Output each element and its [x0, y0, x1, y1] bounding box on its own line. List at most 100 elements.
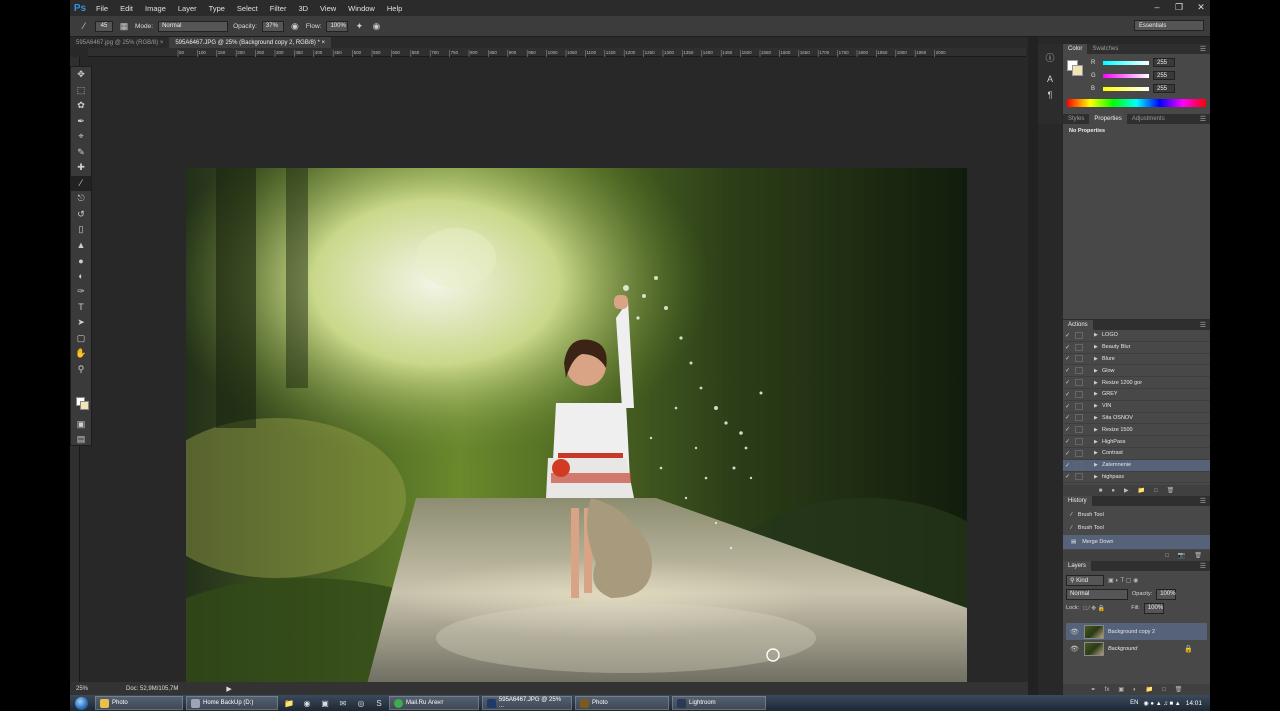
- check-icon[interactable]: ✓: [1063, 379, 1072, 386]
- language-indicator[interactable]: EN: [1130, 700, 1138, 706]
- brush-tool-icon[interactable]: ⁄: [71, 175, 91, 191]
- blend-mode-select[interactable]: Normal: [1066, 588, 1128, 600]
- eraser-tool-icon[interactable]: ▯: [71, 222, 91, 238]
- type-tool-icon[interactable]: T: [71, 300, 91, 316]
- menu-filter[interactable]: Filter: [264, 4, 293, 13]
- mask-icon[interactable]: ▣: [1118, 686, 1124, 693]
- skype-icon[interactable]: S: [372, 696, 386, 710]
- brush-panel-icon[interactable]: ▦: [118, 20, 130, 32]
- action-item[interactable]: ✓ ▶ Resize 1500: [1063, 424, 1210, 437]
- history-item[interactable]: ⁄ Brush Tool: [1063, 522, 1210, 536]
- mode-select[interactable]: Normal: [158, 20, 229, 32]
- g-slider[interactable]: [1103, 73, 1149, 78]
- b-value[interactable]: 255: [1153, 84, 1175, 93]
- layer-filter-select[interactable]: ⚲ Kind: [1066, 575, 1104, 586]
- play-icon[interactable]: ▶: [1124, 487, 1129, 494]
- bridge-icon[interactable]: ▣: [318, 696, 332, 710]
- healing-brush-tool-icon[interactable]: ✚: [71, 160, 91, 176]
- trash-icon[interactable]: 🗑: [1194, 552, 1202, 559]
- new-document-icon[interactable]: □: [1165, 553, 1169, 559]
- brush-size-picker[interactable]: 45: [95, 20, 113, 32]
- panel-menu-icon[interactable]: ☰: [1200, 45, 1206, 53]
- layer-row[interactable]: 👁 Background 🔒: [1066, 640, 1207, 657]
- doc-tab-1[interactable]: 595A6467.jpg @ 25% (RGB/8) ×: [70, 37, 169, 48]
- pressure-opacity-icon[interactable]: ◉: [289, 20, 301, 32]
- check-icon[interactable]: ✓: [1063, 450, 1072, 457]
- start-button[interactable]: [70, 695, 92, 711]
- menu-image[interactable]: Image: [139, 4, 172, 13]
- check-icon[interactable]: ✓: [1063, 355, 1072, 362]
- workspace-select[interactable]: Essentials: [1134, 20, 1204, 31]
- menu-3d[interactable]: 3D: [292, 4, 314, 13]
- menu-edit[interactable]: Edit: [114, 4, 139, 13]
- explorer-icon[interactable]: 📁: [282, 696, 296, 710]
- history-brush-tool-icon[interactable]: ↺: [71, 207, 91, 223]
- quick-mask-icon[interactable]: ▣: [71, 417, 91, 433]
- taskbar-item-lightroom[interactable]: Lightroom: [672, 696, 766, 710]
- layer-row-selected[interactable]: 👁 Background copy 2: [1066, 623, 1207, 640]
- quick-select-tool-icon[interactable]: ✒: [71, 114, 91, 130]
- action-item[interactable]: ✓ ▶ LOGO: [1063, 330, 1210, 342]
- action-item[interactable]: ✓ ▶ Beauty Blur: [1063, 342, 1210, 354]
- stop-icon[interactable]: ■: [1099, 488, 1103, 494]
- expand-icon[interactable]: ▶: [1094, 415, 1102, 421]
- crop-tool-icon[interactable]: ⌖: [71, 129, 91, 145]
- info-panel-icon[interactable]: ⓘ: [1038, 50, 1062, 66]
- check-icon[interactable]: ✓: [1063, 367, 1072, 374]
- menu-select[interactable]: Select: [231, 4, 264, 13]
- tab-actions[interactable]: Actions: [1063, 320, 1093, 330]
- clone-stamp-tool-icon[interactable]: ⎋: [71, 191, 91, 207]
- airbrush-icon[interactable]: ✦: [353, 20, 365, 32]
- color-spectrum[interactable]: [1067, 99, 1206, 107]
- action-item[interactable]: ✓ ▶ HighPass: [1063, 436, 1210, 448]
- tab-layers[interactable]: Layers: [1063, 561, 1092, 571]
- action-item[interactable]: ✓ ▶ Resize 1200 gor: [1063, 377, 1210, 389]
- expand-icon[interactable]: ▶: [1094, 391, 1102, 397]
- expand-icon[interactable]: ▶: [1094, 332, 1102, 338]
- tab-properties[interactable]: Properties: [1089, 114, 1127, 124]
- check-icon[interactable]: ✓: [1063, 344, 1072, 351]
- paragraph-panel-icon[interactable]: ¶: [1038, 87, 1062, 103]
- expand-icon[interactable]: ▶: [1094, 403, 1102, 409]
- expand-icon[interactable]: ▶: [1094, 450, 1102, 456]
- marquee-tool-icon[interactable]: ⬚: [71, 83, 91, 99]
- filter-icons[interactable]: ▣ ◐ T ▢ ◉: [1108, 577, 1138, 584]
- lock-icons[interactable]: □ ⁄ ✥ 🔒: [1083, 605, 1105, 612]
- action-item[interactable]: ✓ ▶ Sita OSNOV: [1063, 413, 1210, 425]
- taskbar-item-mailru[interactable]: Mail.Ru Агент: [389, 696, 479, 710]
- taskbar-item-photoshop[interactable]: 595A6467.JPG @ 25% ...: [482, 696, 572, 710]
- screen-mode-icon[interactable]: ▤: [71, 432, 91, 448]
- flow-input[interactable]: 100%: [326, 20, 349, 32]
- dialog-toggle[interactable]: [1075, 390, 1083, 398]
- adjustment-icon[interactable]: ◐: [1133, 687, 1137, 693]
- blur-tool-icon[interactable]: ●: [71, 253, 91, 269]
- expand-icon[interactable]: ▶: [1094, 380, 1102, 386]
- r-value[interactable]: 255: [1153, 58, 1175, 67]
- expand-icon[interactable]: ▶: [1094, 427, 1102, 433]
- dialog-toggle[interactable]: [1075, 438, 1083, 446]
- tab-swatches[interactable]: Swatches: [1087, 44, 1123, 54]
- panel-menu-icon[interactable]: ☰: [1200, 321, 1206, 329]
- tab-color[interactable]: Color: [1063, 44, 1088, 54]
- new-action-icon[interactable]: □: [1154, 488, 1158, 494]
- r-slider[interactable]: [1103, 60, 1149, 65]
- taskbar-item-bridge-photo[interactable]: Photo: [575, 696, 669, 710]
- group-icon[interactable]: 📁: [1146, 686, 1153, 693]
- brush-preset-icon[interactable]: ⁄: [78, 20, 90, 32]
- check-icon[interactable]: ✓: [1063, 332, 1072, 339]
- rectangle-tool-icon[interactable]: ▢: [71, 331, 91, 347]
- taskbar-item-photo-folder[interactable]: Photo: [95, 696, 183, 710]
- dialog-toggle[interactable]: [1075, 473, 1083, 481]
- snapshot-icon[interactable]: 📷: [1178, 552, 1185, 559]
- dodge-tool-icon[interactable]: ◐: [71, 269, 91, 285]
- action-item[interactable]: ✓ ▶ Contrast: [1063, 448, 1210, 460]
- hand-tool-icon[interactable]: ✋: [71, 346, 91, 362]
- history-item[interactable]: ⁄ Brush Tool: [1063, 508, 1210, 522]
- expand-icon[interactable]: ▶: [1094, 462, 1102, 468]
- trash-icon[interactable]: 🗑: [1167, 487, 1175, 494]
- dialog-toggle[interactable]: [1075, 379, 1083, 387]
- action-item-selected[interactable]: ✓ ▶ Zatemnenie: [1063, 459, 1210, 472]
- trash-icon[interactable]: 🗑: [1175, 686, 1183, 693]
- menu-window[interactable]: Window: [342, 4, 381, 13]
- check-icon[interactable]: ✓: [1063, 414, 1072, 421]
